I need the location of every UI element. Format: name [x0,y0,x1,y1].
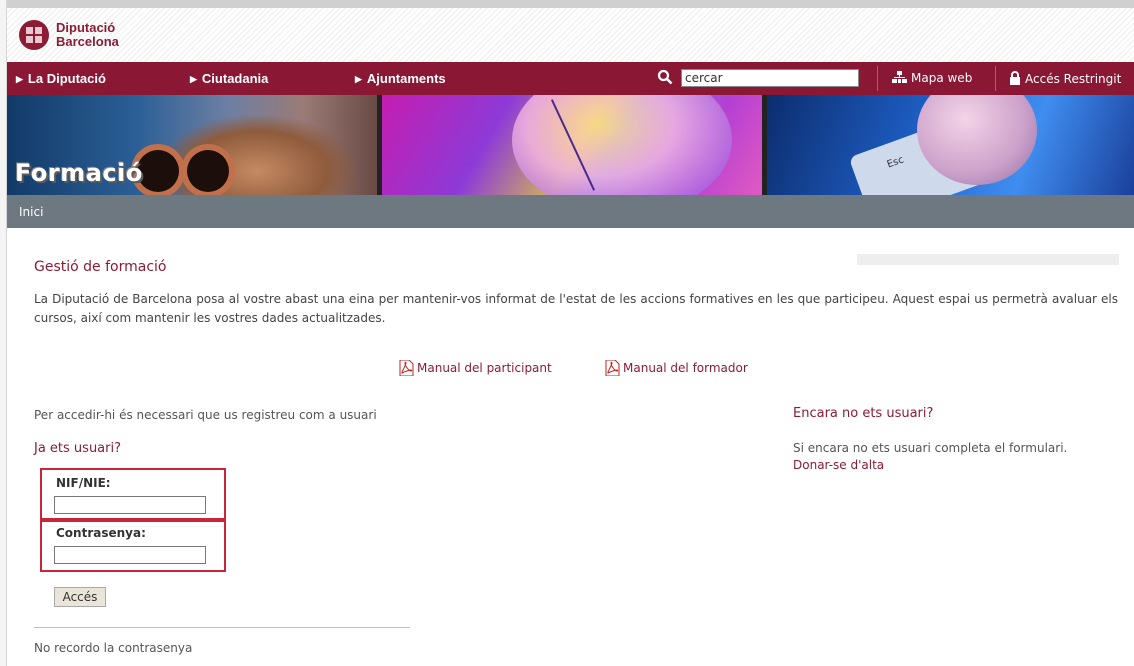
window-left-border [0,0,7,666]
nif-input[interactable] [54,496,206,514]
login-heading: Ja ets usuari? [34,441,122,456]
sitemap-link[interactable]: Mapa web [892,71,972,85]
placeholder-bar [857,254,1119,265]
nav-item-la-diputacio[interactable]: ▶ La Diputació [16,71,106,86]
breadcrumb-home[interactable]: Inici [19,205,43,219]
pdf-icon [399,360,414,376]
manual-trainer-label: Manual del formador [623,361,748,375]
logo-emblem-icon[interactable] [19,20,49,50]
nav-item-ajuntaments[interactable]: ▶ Ajuntaments [355,71,446,86]
password-input[interactable] [54,546,206,564]
logo-line-1: Diputació [56,20,116,35]
banner-title: Formació [15,159,143,187]
page-title: Gestió de formació [34,259,167,275]
intro-text: La Diputació de Barcelona posa al vostre… [34,292,1118,325]
window-top-border [0,0,1134,8]
nav-divider [995,66,996,91]
divider [34,627,410,628]
arrow-right-icon: ▶ [190,74,197,84]
logo[interactable]: Diputació Barcelona [56,21,119,49]
banner-image-2 [382,95,762,195]
manual-participant-label: Manual del participant [417,361,552,375]
logo-line-2: Barcelona [56,34,119,49]
sitemap-label: Mapa web [911,71,973,85]
password-label: Contrasenya: [56,526,146,540]
manual-trainer-link[interactable]: Manual del formador [605,360,748,376]
nav-item-label: La Diputació [27,71,106,86]
manual-participant-link[interactable]: Manual del participant [399,360,552,376]
lock-icon [1010,71,1020,85]
main-nav: ▶ La Diputació ▶ Ciutadania ▶ Ajuntaments M… [7,62,1134,95]
site-header: Diputació Barcelona [7,8,1134,62]
access-info-text: Per accedir-hi és necessari que us regis… [34,408,377,422]
signup-heading: Encara no ets usuari? [793,406,934,421]
login-button[interactable]: Accés [54,587,106,607]
arrow-right-icon: ▶ [16,74,23,84]
nav-item-ciutadania[interactable]: ▶ Ciutadania [190,71,268,86]
nav-divider [877,66,878,91]
forgot-password-link[interactable]: No recordo la contrasenya [34,641,192,655]
pdf-icon [605,360,620,376]
nif-field-group: NIF/NIE: [40,468,226,522]
sitemap-icon [892,71,907,83]
password-field-group: Contrasenya: [40,518,226,572]
nav-item-label: Ciutadania [201,71,269,86]
banner-image-3: Esc [767,95,1134,195]
breadcrumb: Inici [7,195,1134,228]
signup-text: Si encara no ets usuari completa el form… [793,441,1068,455]
signup-link[interactable]: Donar-se d'alta [793,458,884,472]
nav-item-label: Ajuntaments [366,71,446,86]
banner: Formació Esc [7,95,1134,195]
restricted-access-label: Accés Restringit [1025,72,1122,86]
search-icon[interactable] [657,69,673,85]
search-input[interactable] [681,69,859,87]
restricted-access-link[interactable]: Accés Restringit [1009,71,1121,86]
arrow-right-icon: ▶ [355,74,362,84]
nif-label: NIF/NIE: [56,476,111,490]
